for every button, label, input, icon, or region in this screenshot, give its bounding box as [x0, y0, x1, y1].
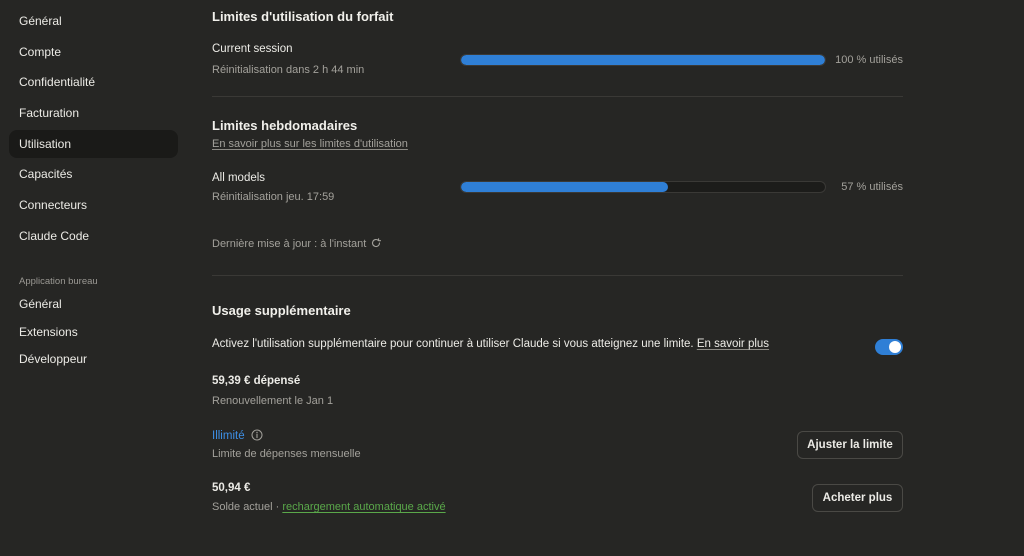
amount-spent: 59,39 € dépensé	[212, 375, 301, 387]
current-session-progress-fill	[461, 55, 825, 65]
current-balance-label: Solde actuel ·	[212, 501, 283, 513]
extra-usage-description: Activez l'utilisation supplémentaire pou…	[212, 338, 812, 350]
sidebar-item-privacy[interactable]: Confidentialité	[9, 68, 178, 96]
buy-more-button[interactable]: Acheter plus	[812, 484, 903, 512]
extra-usage-toggle[interactable]	[875, 339, 903, 355]
refresh-icon[interactable]	[370, 237, 382, 249]
settings-sidebar: Général Compte Confidentialité Facturati…	[0, 0, 190, 556]
current-session-label: Current session	[212, 43, 293, 55]
plan-limits-title: Limites d'utilisation du forfait	[212, 9, 394, 24]
toggle-knob	[889, 341, 901, 353]
last-update-status: Dernière mise à jour : à l'instant	[212, 237, 382, 250]
spending-limit-value: Illimité	[212, 430, 245, 442]
all-models-label: All models	[212, 172, 266, 184]
all-models-reset: Réinitialisation jeu. 17:59	[212, 191, 335, 203]
extra-usage-title: Usage supplémentaire	[212, 303, 351, 318]
renewal-date: Renouvellement le Jan 1	[212, 395, 334, 407]
all-models-percent: 57 % utilisés	[841, 181, 903, 193]
last-update-text: Dernière mise à jour : à l'instant	[212, 238, 367, 250]
current-balance-row: Solde actuel · rechargement automatique …	[212, 501, 446, 513]
settings-page: Général Compte Confidentialité Facturati…	[0, 0, 1024, 556]
current-session-percent: 100 % utilisés	[835, 54, 903, 66]
section-divider	[212, 275, 903, 276]
all-models-progress-fill	[461, 182, 669, 192]
spending-limit-label: Limite de dépenses mensuelle	[212, 448, 361, 460]
usage-settings-panel: Limites d'utilisation du forfait Current…	[212, 0, 904, 556]
section-divider	[212, 96, 903, 97]
extra-usage-learn-more-link[interactable]: En savoir plus	[697, 338, 769, 350]
weekly-limits-learn-more-link[interactable]: En savoir plus sur les limites d'utilisa…	[212, 138, 408, 150]
sidebar-item-claude-code[interactable]: Claude Code	[9, 222, 178, 250]
sidebar-item-billing[interactable]: Facturation	[9, 99, 178, 127]
sidebar-item-capabilities[interactable]: Capacités	[9, 160, 178, 188]
auto-reload-link[interactable]: rechargement automatique activé	[282, 501, 445, 513]
sidebar-item-connectors[interactable]: Connecteurs	[9, 191, 178, 219]
sidebar-item-account[interactable]: Compte	[9, 38, 178, 66]
adjust-limit-button[interactable]: Ajuster la limite	[797, 431, 903, 459]
sidebar-section-desktop-app: Application bureau	[19, 276, 98, 287]
all-models-progress-bar	[460, 181, 826, 193]
weekly-limits-title: Limites hebdomadaires	[212, 118, 358, 133]
info-icon[interactable]	[251, 429, 263, 441]
sidebar-item-general[interactable]: Général	[9, 7, 178, 35]
sidebar-item-extensions[interactable]: Extensions	[9, 318, 178, 346]
sidebar-item-usage[interactable]: Utilisation	[9, 130, 178, 158]
current-session-progress-bar	[460, 54, 826, 66]
sidebar-item-desktop-general[interactable]: Général	[9, 290, 178, 318]
current-session-reset: Réinitialisation dans 2 h 44 min	[212, 64, 365, 76]
spending-limit-value-row: Illimité	[212, 429, 263, 442]
sidebar-item-developer[interactable]: Développeur	[9, 345, 178, 373]
extra-usage-description-text: Activez l'utilisation supplémentaire pou…	[212, 338, 694, 350]
current-balance-value: 50,94 €	[212, 482, 251, 494]
